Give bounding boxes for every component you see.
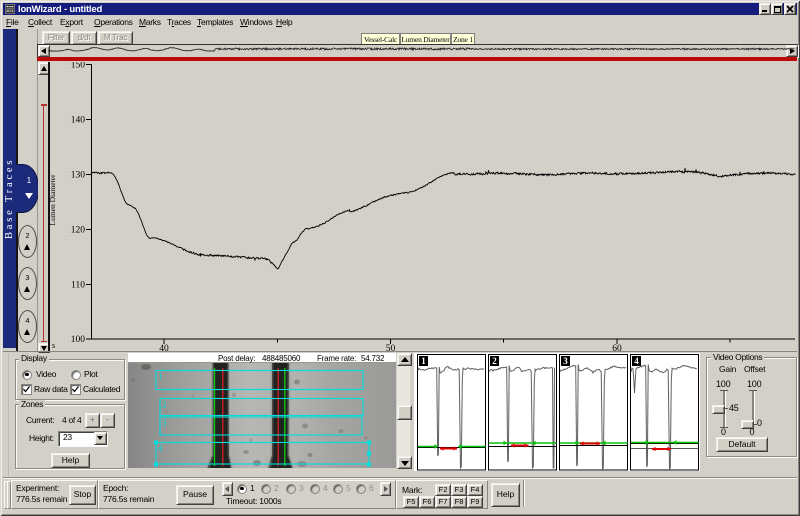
svg-text:3: 3 bbox=[162, 418, 167, 428]
svg-text:120: 120 bbox=[71, 226, 86, 236]
svg-text:1: 1 bbox=[421, 356, 426, 366]
svg-text:100: 100 bbox=[71, 335, 86, 345]
svg-text:4: 4 bbox=[158, 444, 163, 454]
svg-text:s: s bbox=[52, 341, 55, 350]
svg-text:2: 2 bbox=[162, 400, 167, 410]
svg-text:130: 130 bbox=[71, 171, 86, 181]
svg-text:140: 140 bbox=[71, 116, 86, 126]
svg-text:110: 110 bbox=[71, 281, 85, 291]
svg-text:Lumen Diameter: Lumen Diameter bbox=[50, 174, 57, 226]
svg-text:2: 2 bbox=[492, 356, 497, 366]
svg-text:3: 3 bbox=[563, 356, 568, 366]
svg-text:150: 150 bbox=[71, 62, 86, 71]
svg-text:1: 1 bbox=[158, 372, 163, 382]
svg-text:4: 4 bbox=[634, 356, 639, 366]
